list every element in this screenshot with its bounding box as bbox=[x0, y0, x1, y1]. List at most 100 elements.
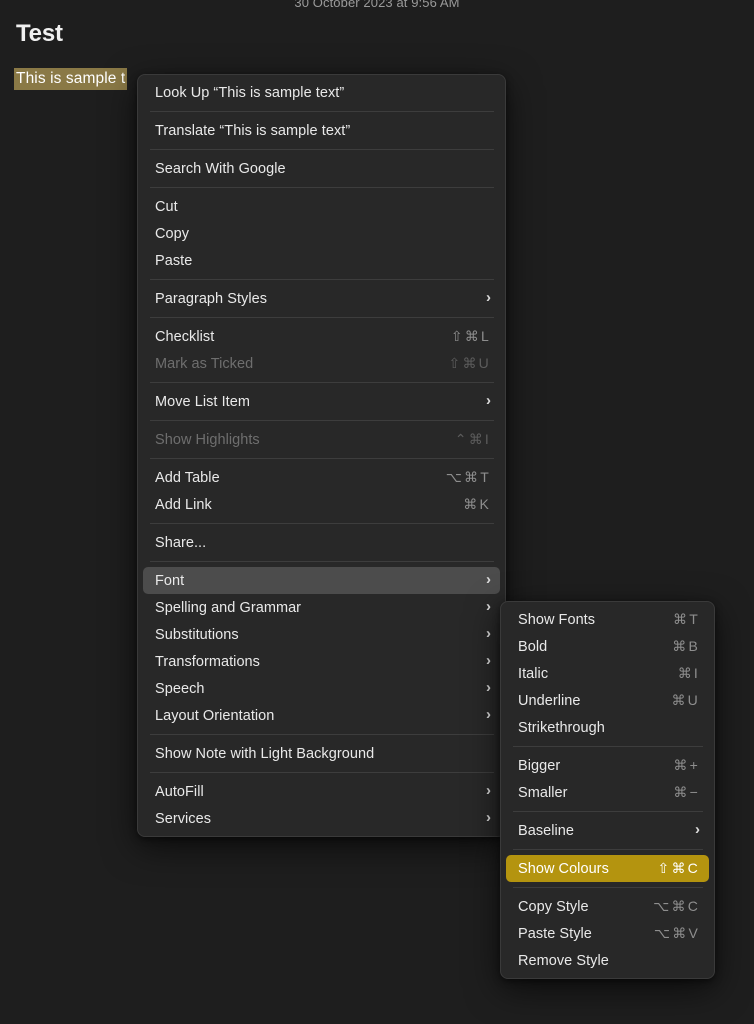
menu-separator bbox=[150, 458, 494, 459]
menu-item-move-list-item[interactable]: Move List Item › bbox=[143, 388, 500, 415]
chevron-right-icon: › bbox=[485, 679, 491, 696]
menu-item-paste-style[interactable]: Paste Style ⌥⌘V bbox=[506, 920, 709, 947]
chevron-right-icon: › bbox=[485, 289, 491, 306]
menu-item-bigger[interactable]: Bigger ⌘+ bbox=[506, 752, 709, 779]
menu-item-bold[interactable]: Bold ⌘B bbox=[506, 633, 709, 660]
menu-item-look-up-this-is-sample-text[interactable]: Look Up “This is sample text” bbox=[143, 79, 500, 106]
menu-separator bbox=[150, 734, 494, 735]
menu-item-mark-as-ticked: Mark as Ticked ⇧⌘U bbox=[143, 350, 500, 377]
chevron-right-icon: › bbox=[485, 809, 491, 826]
note-timestamp: 30 October 2023 at 9:56 AM bbox=[294, 0, 460, 10]
menu-item-label: Services bbox=[155, 810, 211, 827]
chevron-right-icon: › bbox=[485, 598, 491, 615]
menu-item-label: Show Highlights bbox=[155, 431, 260, 448]
menu-item-label: Bold bbox=[518, 638, 548, 655]
menu-item-remove-style[interactable]: Remove Style bbox=[506, 947, 709, 974]
menu-item-italic[interactable]: Italic ⌘I bbox=[506, 660, 709, 687]
menu-item-copy-style[interactable]: Copy Style ⌥⌘C bbox=[506, 893, 709, 920]
menu-item-label: Search With Google bbox=[155, 160, 286, 177]
chevron-right-icon: › bbox=[694, 821, 700, 838]
menu-item-copy[interactable]: Copy bbox=[143, 220, 500, 247]
menu-item-shortcut: ⌥⌘T bbox=[445, 469, 491, 485]
menu-item-share[interactable]: Share... bbox=[143, 529, 500, 556]
menu-item-label: Mark as Ticked bbox=[155, 355, 254, 372]
menu-item-strikethrough[interactable]: Strikethrough bbox=[506, 714, 709, 741]
menu-item-paste[interactable]: Paste bbox=[143, 247, 500, 274]
menu-item-shortcut: ⌘+ bbox=[673, 757, 700, 773]
menu-item-label: Cut bbox=[155, 198, 178, 215]
menu-item-shortcut: ⌘U bbox=[671, 692, 700, 708]
menu-item-label: Move List Item bbox=[155, 393, 250, 410]
menu-separator bbox=[150, 561, 494, 562]
menu-item-autofill[interactable]: AutoFill › bbox=[143, 778, 500, 805]
menu-separator bbox=[150, 772, 494, 773]
menu-item-checklist[interactable]: Checklist ⇧⌘L bbox=[143, 323, 500, 350]
menu-separator bbox=[150, 187, 494, 188]
menu-item-label: Paragraph Styles bbox=[155, 290, 268, 307]
menu-item-search-with-google[interactable]: Search With Google bbox=[143, 155, 500, 182]
menu-separator bbox=[150, 317, 494, 318]
menu-item-underline[interactable]: Underline ⌘U bbox=[506, 687, 709, 714]
menu-item-transformations[interactable]: Transformations › bbox=[143, 648, 500, 675]
menu-item-label: Italic bbox=[518, 665, 549, 682]
note-body[interactable]: This is sample t bbox=[14, 68, 128, 90]
menu-item-baseline[interactable]: Baseline › bbox=[506, 817, 709, 844]
chevron-right-icon: › bbox=[485, 652, 491, 669]
menu-item-spelling-and-grammar[interactable]: Spelling and Grammar › bbox=[143, 594, 500, 621]
menu-item-label: Baseline bbox=[518, 822, 575, 839]
menu-separator bbox=[150, 382, 494, 383]
menu-item-font[interactable]: Font › bbox=[143, 567, 500, 594]
menu-item-shortcut: ⇧⌘L bbox=[450, 328, 491, 344]
menu-item-label: Strikethrough bbox=[518, 719, 605, 736]
chevron-right-icon: › bbox=[485, 706, 491, 723]
menu-item-label: Add Table bbox=[155, 469, 220, 486]
menu-item-label: Add Link bbox=[155, 496, 212, 513]
menu-item-shortcut: ⌘− bbox=[673, 784, 700, 800]
menu-item-smaller[interactable]: Smaller ⌘− bbox=[506, 779, 709, 806]
menu-separator bbox=[150, 279, 494, 280]
menu-item-label: Speech bbox=[155, 680, 205, 697]
menu-item-label: AutoFill bbox=[155, 783, 204, 800]
menu-item-label: Checklist bbox=[155, 328, 215, 345]
menu-item-label: Copy Style bbox=[518, 898, 589, 915]
menu-item-label: Substitutions bbox=[155, 626, 239, 643]
chevron-right-icon: › bbox=[485, 571, 491, 588]
chevron-right-icon: › bbox=[485, 782, 491, 799]
menu-item-label: Share... bbox=[155, 534, 207, 551]
chevron-right-icon: › bbox=[485, 392, 491, 409]
menu-item-label: Look Up “This is sample text” bbox=[155, 84, 345, 101]
menu-separator bbox=[150, 111, 494, 112]
text-context-menu[interactable]: Look Up “This is sample text” Translate “… bbox=[137, 74, 506, 837]
menu-item-show-note-with-light-background[interactable]: Show Note with Light Background bbox=[143, 740, 500, 767]
menu-item-translate-this-is-sample-text[interactable]: Translate “This is sample text” bbox=[143, 117, 500, 144]
menu-separator bbox=[150, 523, 494, 524]
menu-item-shortcut: ⌘B bbox=[672, 638, 700, 654]
menu-item-speech[interactable]: Speech › bbox=[143, 675, 500, 702]
menu-item-label: Spelling and Grammar bbox=[155, 599, 302, 616]
menu-item-add-table[interactable]: Add Table ⌥⌘T bbox=[143, 464, 500, 491]
menu-item-shortcut: ⌘K bbox=[463, 496, 491, 512]
menu-item-show-colours[interactable]: Show Colours ⇧⌘C bbox=[506, 855, 709, 882]
menu-item-shortcut: ⌥⌘C bbox=[653, 898, 700, 914]
font-submenu[interactable]: Show Fonts ⌘T Bold ⌘B Italic ⌘I Underline ⌘U Str… bbox=[500, 601, 715, 979]
menu-item-label: Paste bbox=[155, 252, 193, 269]
menu-separator bbox=[513, 887, 703, 888]
menu-separator bbox=[513, 811, 703, 812]
menu-item-services[interactable]: Services › bbox=[143, 805, 500, 832]
menu-item-show-highlights: Show Highlights ⌃⌘I bbox=[143, 426, 500, 453]
menu-item-show-fonts[interactable]: Show Fonts ⌘T bbox=[506, 606, 709, 633]
menu-item-shortcut: ⌘I bbox=[677, 665, 700, 681]
menu-item-label: Smaller bbox=[518, 784, 568, 801]
menu-item-cut[interactable]: Cut bbox=[143, 193, 500, 220]
menu-item-substitutions[interactable]: Substitutions › bbox=[143, 621, 500, 648]
note-title: Test bbox=[16, 20, 63, 47]
screen: 30 October 2023 at 9:56 AM Test This is … bbox=[0, 0, 754, 1024]
menu-item-add-link[interactable]: Add Link ⌘K bbox=[143, 491, 500, 518]
menu-item-label: Show Fonts bbox=[518, 611, 596, 628]
menu-item-label: Show Colours bbox=[518, 860, 609, 877]
menu-item-label: Show Note with Light Background bbox=[155, 745, 375, 762]
menu-item-paragraph-styles[interactable]: Paragraph Styles › bbox=[143, 285, 500, 312]
menu-item-layout-orientation[interactable]: Layout Orientation › bbox=[143, 702, 500, 729]
selected-text[interactable]: This is sample t bbox=[14, 68, 128, 90]
menu-item-label: Translate “This is sample text” bbox=[155, 122, 351, 139]
